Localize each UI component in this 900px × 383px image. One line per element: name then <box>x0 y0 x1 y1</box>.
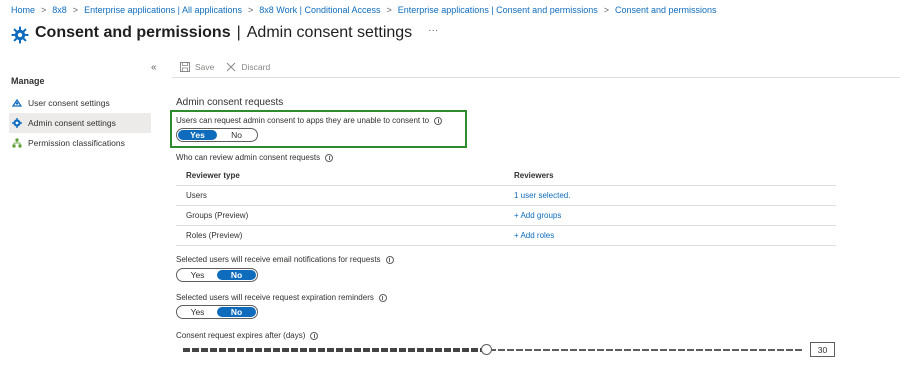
email-notifications-text: Selected users will receive email notifi… <box>176 255 381 264</box>
info-icon[interactable] <box>310 331 319 340</box>
sidebar-item-user-consent-settings[interactable]: User consent settings <box>9 93 151 113</box>
column-header-reviewers: Reviewers <box>514 171 554 180</box>
gear-icon <box>12 118 22 128</box>
close-icon <box>227 62 236 72</box>
info-icon[interactable] <box>325 153 334 162</box>
sidebar-nav: User consent settings Admin consent sett… <box>9 93 151 153</box>
reviewer-type-cell: Users <box>186 191 207 200</box>
add-roles-link[interactable]: + Add roles <box>514 231 836 240</box>
discard-label: Discard <box>241 62 271 72</box>
request-consent-toggle: Yes No <box>176 128 258 142</box>
add-groups-link[interactable]: + Add groups <box>514 211 836 220</box>
title-separator: | <box>236 24 241 41</box>
reviewer-type-cell: Roles (Preview) <box>186 231 243 240</box>
toolbar-divider <box>172 77 900 78</box>
reviewers-text: Who can review admin consent requests <box>176 153 321 162</box>
sidebar-item-label: User consent settings <box>28 98 110 108</box>
toggle-yes[interactable]: Yes <box>178 307 217 317</box>
reviewers-table: Reviewer type Reviewers Users 1 user sel… <box>176 166 836 246</box>
sidebar-item-admin-consent-settings[interactable]: Admin consent settings <box>9 113 151 133</box>
breadcrumb-conditional-access[interactable]: 8x8 Work | Conditional Access <box>259 5 380 15</box>
sidebar-item-label: Permission classifications <box>28 138 125 148</box>
page-header: Consent and permissions | Admin consent … <box>11 22 438 44</box>
table-header: Reviewer type Reviewers <box>176 166 836 186</box>
expiry-days-text: Consent request expires after (days) <box>176 331 306 340</box>
page-subtitle: Admin consent settings <box>246 24 413 41</box>
email-notifications-toggle: Yes No <box>176 268 258 282</box>
nav-section-manage: Manage <box>11 76 45 86</box>
table-row: Users 1 user selected. <box>176 186 836 206</box>
save-button[interactable]: Save <box>180 62 214 72</box>
breadcrumb-enterprise-apps[interactable]: Enterprise applications | All applicatio… <box>84 5 242 15</box>
breadcrumb-8x8[interactable]: 8x8 <box>52 5 67 15</box>
sidebar-item-label: Admin consent settings <box>28 118 116 128</box>
collapse-nav-button[interactable]: « <box>151 62 157 73</box>
gear-icon <box>11 26 29 44</box>
table-row: Groups (Preview) + Add groups <box>176 206 836 226</box>
breadcrumb-consent-permissions[interactable]: Consent and permissions <box>615 5 717 15</box>
info-icon[interactable] <box>378 293 387 302</box>
breadcrumb-home[interactable]: Home <box>11 5 35 15</box>
column-header-reviewer-type: Reviewer type <box>186 171 240 180</box>
reviewers-label: Who can review admin consent requests <box>176 153 334 162</box>
breadcrumb-separator: > <box>248 5 254 15</box>
sidebar-item-permission-classifications[interactable]: Permission classifications <box>9 133 151 153</box>
user-consent-icon <box>12 98 22 108</box>
expiry-slider-fill <box>183 348 487 352</box>
users-selected-link[interactable]: 1 user selected. <box>514 191 836 200</box>
toggle-yes[interactable]: Yes <box>178 270 217 280</box>
hierarchy-icon <box>12 138 22 148</box>
expiration-reminders-label: Selected users will receive request expi… <box>176 293 387 302</box>
table-row: Roles (Preview) + Add roles <box>176 226 836 246</box>
breadcrumb: Home > 8x8 > Enterprise applications | A… <box>11 5 717 15</box>
expiration-reminders-text: Selected users will receive request expi… <box>176 293 374 302</box>
save-icon <box>180 62 190 72</box>
section-title: Admin consent requests <box>176 97 284 108</box>
expiry-days-label: Consent request expires after (days) <box>176 331 319 340</box>
reviewer-type-cell: Groups (Preview) <box>186 211 249 220</box>
discard-button[interactable]: Discard <box>226 62 270 72</box>
toggle-yes[interactable]: Yes <box>178 130 217 140</box>
breadcrumb-separator: > <box>41 5 47 15</box>
request-consent-label: Users can request admin consent to apps … <box>176 116 443 125</box>
expiry-days-input[interactable]: 30 <box>810 342 835 357</box>
breadcrumb-separator: > <box>72 5 79 15</box>
expiry-slider-thumb[interactable] <box>481 344 493 355</box>
more-options-button[interactable]: ··· <box>428 25 438 36</box>
command-bar: Save Discard <box>180 62 282 72</box>
info-icon[interactable] <box>434 116 443 125</box>
info-icon[interactable] <box>385 255 394 264</box>
save-label: Save <box>195 62 215 72</box>
breadcrumb-consent-permissions-blade[interactable]: Enterprise applications | Consent and pe… <box>398 5 598 15</box>
request-consent-text: Users can request admin consent to apps … <box>176 116 430 125</box>
page-title: Consent and permissions <box>35 24 231 41</box>
toggle-no[interactable]: No <box>217 307 256 317</box>
toggle-no[interactable]: No <box>217 270 256 280</box>
breadcrumb-separator: > <box>386 5 392 15</box>
email-notifications-label: Selected users will receive email notifi… <box>176 255 394 264</box>
expiration-reminders-toggle: Yes No <box>176 305 258 319</box>
breadcrumb-separator: > <box>603 5 609 15</box>
toggle-no[interactable]: No <box>217 130 256 140</box>
